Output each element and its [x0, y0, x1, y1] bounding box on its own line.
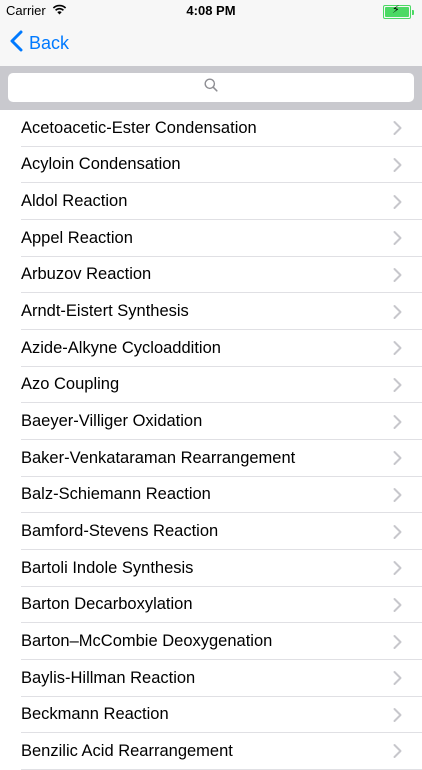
list-item[interactable]: Beckmann Reaction: [0, 697, 422, 734]
chevron-right-icon: [393, 561, 402, 576]
list-item-label: Arbuzov Reaction: [21, 265, 152, 284]
list-item[interactable]: Baeyer-Villiger Oxidation: [0, 403, 422, 440]
battery-icon: ⚡: [383, 4, 411, 19]
list-item-label: Bartoli Indole Synthesis: [21, 558, 194, 577]
list-item[interactable]: Barton–McCombie Deoxygenation: [0, 623, 422, 660]
list-item[interactable]: Aldol Reaction: [0, 183, 422, 220]
list-item-label: Baeyer-Villiger Oxidation: [21, 412, 203, 431]
chevron-right-icon: [393, 231, 402, 246]
list-item[interactable]: Arndt-Eistert Synthesis: [0, 293, 422, 330]
list-item[interactable]: Acetoacetic-Ester Condensation: [0, 110, 422, 147]
chevron-right-icon: [393, 487, 402, 502]
search-field[interactable]: [8, 73, 418, 104]
list-item-label: Appel Reaction: [21, 228, 133, 247]
battery-indicator: ⚡: [383, 4, 414, 19]
list-item-label: Aldol Reaction: [21, 192, 128, 211]
list-item[interactable]: Barton Decarboxylation: [0, 587, 422, 624]
list-item-label: Acetoacetic-Ester Condensation: [21, 118, 257, 137]
chevron-right-icon: [393, 634, 402, 649]
status-bar: Carrier 4:08 PM ⚡: [0, 0, 422, 22]
list-item-label: Baker-Venkataraman Rearrangement: [21, 448, 296, 467]
reaction-list: Acetoacetic-Ester Condensation Acyloin C…: [0, 110, 422, 770]
chevron-right-icon: [393, 157, 402, 172]
list-item-label: Balz-Schiemann Reaction: [21, 485, 211, 504]
list-item[interactable]: Bartoli Indole Synthesis: [0, 550, 422, 587]
chevron-left-icon: [10, 30, 23, 57]
list-item[interactable]: Balz-Schiemann Reaction: [0, 477, 422, 514]
back-button[interactable]: Back: [10, 30, 69, 57]
list-item-label: Azo Coupling: [21, 375, 120, 394]
search-input[interactable]: [8, 73, 418, 104]
chevron-right-icon: [393, 414, 402, 429]
list-item[interactable]: Acyloin Condensation: [0, 147, 422, 184]
list-item[interactable]: Arbuzov Reaction: [0, 257, 422, 294]
chevron-right-icon: [393, 267, 402, 282]
list-item-label: Barton–McCombie Deoxygenation: [21, 632, 273, 651]
chevron-right-icon: [393, 304, 402, 319]
list-item-label: Baylis-Hillman Reaction: [21, 668, 196, 687]
chevron-right-icon: [393, 121, 402, 136]
chevron-right-icon: [393, 597, 402, 612]
list-item-label: Beckmann Reaction: [21, 705, 169, 724]
chevron-right-icon: [393, 341, 402, 356]
list-item-label: Barton Decarboxylation: [21, 595, 193, 614]
list-item-label: Acyloin Condensation: [21, 155, 181, 174]
list-item[interactable]: Benzilic Acid Rearrangement: [0, 733, 422, 770]
list-item-label: Arndt-Eistert Synthesis: [21, 302, 189, 321]
chevron-right-icon: [393, 707, 402, 722]
chevron-right-icon: [393, 194, 402, 209]
chevron-right-icon: [393, 744, 402, 759]
charging-bolt-icon: ⚡: [392, 4, 400, 16]
list-item-label: Azide-Alkyne Cycloaddition: [21, 338, 221, 357]
list-item[interactable]: Appel Reaction: [0, 220, 422, 257]
chevron-right-icon: [393, 451, 402, 466]
status-time: 4:08 PM: [186, 3, 236, 18]
list-item-label: Bamford-Stevens Reaction: [21, 522, 219, 541]
chevron-right-icon: [393, 671, 402, 686]
battery-tip: [412, 9, 414, 15]
chevron-right-icon: [393, 524, 402, 539]
list-item[interactable]: Azide-Alkyne Cycloaddition: [0, 330, 422, 367]
list-item[interactable]: Azo Coupling: [0, 367, 422, 404]
chevron-right-icon: [393, 377, 402, 392]
navigation-bar: Back: [0, 22, 422, 66]
list-item-label: Benzilic Acid Rearrangement: [21, 741, 233, 760]
search-bar: [0, 66, 422, 110]
list-item[interactable]: Baylis-Hillman Reaction: [0, 660, 422, 697]
list-item[interactable]: Baker-Venkataraman Rearrangement: [0, 440, 422, 477]
back-button-label: Back: [29, 33, 70, 53]
list-item[interactable]: Bamford-Stevens Reaction: [0, 513, 422, 550]
